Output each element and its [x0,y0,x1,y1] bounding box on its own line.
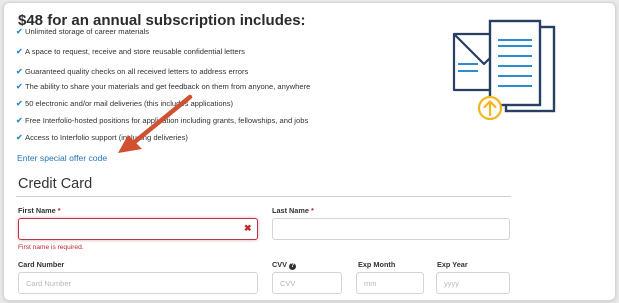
annotation-arrow [118,94,193,153]
credit-card-title: Credit Card [18,176,93,192]
first-name-input[interactable] [18,218,258,240]
feature-item: ✔ Guaranteed quality checks on all receiv… [16,67,249,76]
feature-item: ✔ Unlimited storage of career materials [16,27,150,36]
exp-month-label: Exp Month [358,260,396,269]
cvv-input[interactable] [272,272,342,294]
card-number-label: Card Number [18,260,65,269]
cvv-label: CVV ? [272,260,297,270]
feature-item: ✔ A space to request, receive and store r… [16,47,245,56]
checkmark-icon: ✔ [16,133,23,142]
checkmark-icon: ✔ [16,67,23,76]
first-name-label: First Name * [18,206,61,215]
last-name-label: Last Name * [272,206,314,215]
checkmark-icon: ✔ [16,99,23,108]
exp-year-label: Exp Year [437,260,468,269]
subscription-card: $48 for an annual subscription includes:… [3,2,616,301]
first-name-error: First name is required. [18,244,84,251]
exp-month-input[interactable] [356,272,424,294]
special-offer-link[interactable]: Enter special offer code [17,153,107,163]
checkmark-icon: ✔ [16,116,23,125]
checkmark-icon: ✔ [16,27,23,36]
section-divider [16,196,511,197]
documents-upload-illustration [452,19,556,121]
exp-year-input[interactable] [436,272,510,294]
required-mark: * [310,206,314,215]
question-circle-icon[interactable]: ? [289,263,297,270]
last-name-input[interactable] [272,218,510,240]
checkmark-icon: ✔ [16,47,23,56]
card-number-input[interactable] [18,272,258,294]
required-mark: * [57,206,61,215]
close-icon[interactable]: ✖ [244,223,252,234]
checkmark-icon: ✔ [16,82,23,91]
